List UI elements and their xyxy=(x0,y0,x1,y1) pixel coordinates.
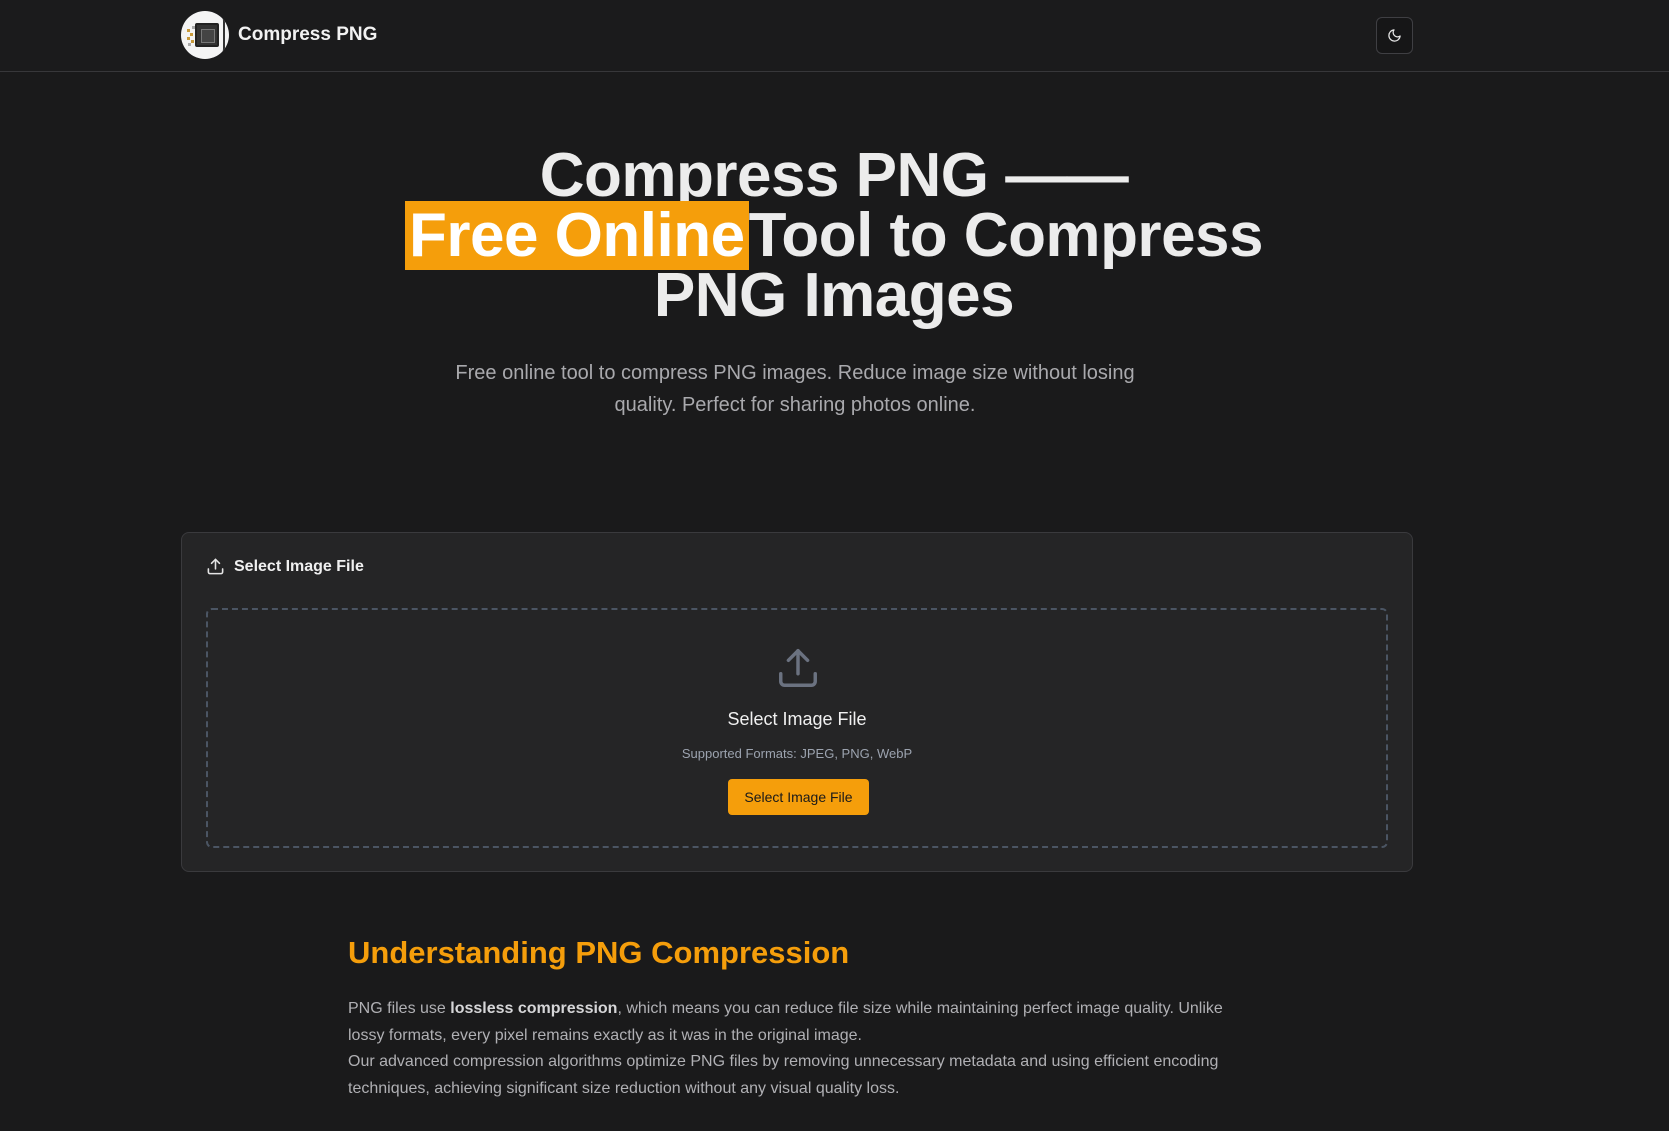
article-paragraph-1: PNG files use lossless compression, whic… xyxy=(348,996,1238,1049)
brand-link[interactable]: Compress PNG xyxy=(181,11,377,59)
upload-card: Select Image File Select Image File Supp… xyxy=(181,532,1413,872)
upload-card-title: Select Image File xyxy=(234,557,364,575)
upload-icon xyxy=(779,649,817,687)
logo-icon xyxy=(181,11,229,59)
brand-name: Compress PNG xyxy=(238,24,378,45)
file-dropzone[interactable]: Select Image File Supported Formats: JPE… xyxy=(206,608,1388,848)
moon-icon xyxy=(1388,29,1401,42)
article-title: Understanding PNG Compression xyxy=(348,935,850,970)
hero-title-highlight: Free Online xyxy=(404,201,749,270)
page: Compress PNG Compress PNG —— Free Online… xyxy=(0,0,1669,1131)
theme-toggle-button[interactable] xyxy=(1376,17,1413,54)
supported-formats-text: Supported Formats: JPEG, PNG, WebP xyxy=(681,746,913,761)
hero-title-line2: Tool to Compress xyxy=(748,201,1264,270)
article-p1-text: PNG files use xyxy=(348,1000,451,1017)
hero-title-line1: Compress PNG —— xyxy=(539,141,1129,210)
hero-title: Compress PNG —— Free OnlineTool to Compr… xyxy=(334,145,1334,327)
upload-icon xyxy=(207,558,224,575)
article-paragraph-2: Our advanced compression algorithms opti… xyxy=(348,1053,1219,1097)
upload-card-header: Select Image File xyxy=(206,557,364,576)
hero-subtitle: Free online tool to compress PNG images.… xyxy=(455,362,1135,416)
select-image-button[interactable]: Select Image File xyxy=(728,779,869,815)
hero-title-line3: PNG Images xyxy=(653,261,1015,330)
article-p1-bold: lossless compression xyxy=(450,1000,618,1017)
top-navbar: Compress PNG xyxy=(0,0,1669,72)
dropzone-title: Select Image File xyxy=(727,709,867,729)
article-body: PNG files use lossless compression, whic… xyxy=(348,996,1238,1102)
